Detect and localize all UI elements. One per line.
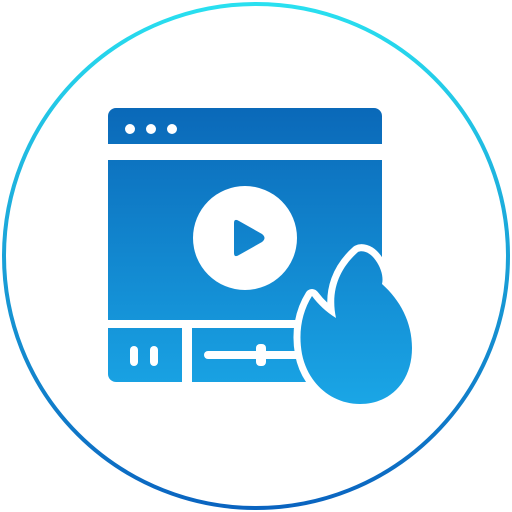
pause-bar-left [130, 346, 138, 366]
window-dot-1-icon [125, 124, 135, 134]
slider-track [204, 351, 300, 359]
trending-video-icon [2, 2, 510, 510]
pause-control-box [108, 328, 182, 382]
window-dot-2-icon [146, 124, 156, 134]
pause-bar-right [150, 346, 158, 366]
window-dot-3-icon [167, 124, 177, 134]
slider-knob [256, 344, 266, 366]
icon-canvas [0, 0, 512, 512]
